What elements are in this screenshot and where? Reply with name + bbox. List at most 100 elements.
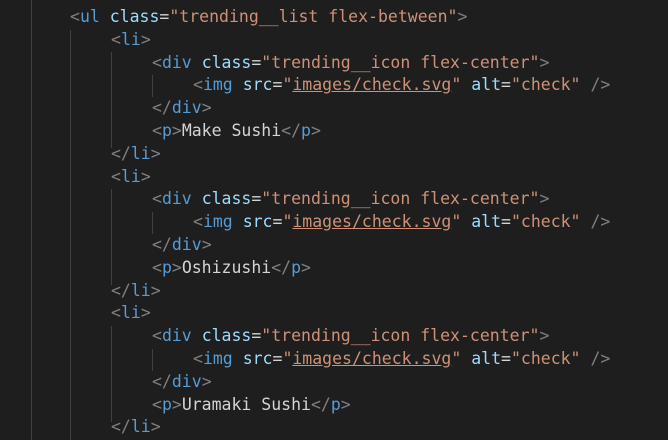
tag-bracket: > — [539, 52, 550, 72]
tag-name: img — [202, 75, 233, 95]
string-quote: " — [282, 212, 293, 232]
tag-bracket: > — [171, 394, 182, 414]
tag-bracket: > — [140, 166, 151, 186]
tag-bracket: < — [152, 257, 162, 277]
tag-name: p — [330, 394, 341, 414]
string-quote: " — [282, 349, 293, 368]
code-line[interactable]: <img src="images/check.svg" alt="check" … — [193, 74, 610, 97]
tag-bracket: < — [111, 166, 121, 186]
tag-bracket: </ — [310, 394, 331, 414]
indent-guide — [111, 189, 112, 285]
tag-name: li — [120, 303, 141, 323]
tag-bracket: < — [193, 212, 203, 232]
tag-bracket: > — [539, 189, 550, 209]
code-line[interactable]: </div> — [152, 371, 212, 394]
tag-name: p — [291, 257, 302, 277]
paragraph-text: Oshizushi — [181, 257, 272, 277]
tag-name: li — [130, 417, 151, 437]
code-line[interactable]: </div> — [152, 97, 212, 120]
code-editor[interactable]: <ul class="trending__list flex-between">… — [0, 0, 668, 440]
indent-guide — [111, 52, 112, 148]
code-line[interactable]: <div class="trending__icon flex-center"> — [152, 52, 549, 75]
tag-bracket: > — [201, 371, 212, 391]
code-line[interactable]: <li> — [111, 166, 151, 189]
tag-name: p — [301, 121, 311, 140]
code-line[interactable]: <ul class="trending__list flex-between"> — [70, 6, 467, 29]
tag-bracket: > — [301, 257, 311, 277]
attribute-name: class — [201, 326, 252, 346]
code-line[interactable]: <div class="trending__icon flex-center"> — [152, 325, 549, 348]
tag-bracket: > — [140, 303, 151, 323]
tag-bracket: /> — [590, 212, 611, 232]
attribute-name: src — [242, 75, 273, 95]
attribute-name: src — [242, 212, 273, 232]
equals-sign: = — [501, 212, 511, 232]
tag-bracket: > — [140, 29, 151, 49]
tag-name: p — [161, 257, 172, 277]
code-line[interactable]: <li> — [111, 302, 151, 325]
indent-guide — [31, 0, 32, 440]
indent-guide — [152, 212, 153, 234]
tag-bracket: < — [193, 349, 203, 368]
tag-bracket: </ — [271, 257, 292, 277]
tag-bracket: > — [171, 257, 182, 277]
tag-bracket: < — [193, 75, 203, 95]
tag-bracket: < — [152, 121, 162, 140]
tag-name: div — [171, 371, 202, 391]
tag-bracket: < — [70, 7, 80, 26]
code-line[interactable]: <p>Make Sushi</p> — [152, 120, 321, 143]
tag-bracket: </ — [152, 235, 172, 254]
attribute-name: alt — [471, 75, 502, 95]
tag-bracket: < — [152, 326, 162, 346]
tag-bracket: < — [111, 303, 121, 323]
string-quote: " — [282, 75, 293, 95]
code-line[interactable]: <p>Uramaki Sushi</p> — [152, 394, 351, 417]
tag-name: ul — [79, 7, 100, 26]
code-line[interactable]: <li> — [111, 29, 151, 52]
attribute-value: "trending__icon flex-center" — [261, 189, 540, 209]
code-line[interactable]: <div class="trending__icon flex-center"> — [152, 188, 549, 211]
attribute-name: alt — [471, 212, 502, 232]
tag-name: li — [130, 280, 151, 300]
tag-bracket: > — [310, 121, 321, 140]
string-quote: " — [451, 349, 462, 368]
indent-guide — [152, 75, 153, 97]
tag-bracket: < — [152, 189, 162, 209]
attribute-name: class — [109, 7, 160, 26]
attribute-name: src — [242, 349, 273, 368]
tag-bracket: </ — [152, 371, 172, 391]
tag-bracket: > — [539, 326, 550, 346]
string-quote: " — [451, 75, 462, 95]
tag-bracket: /> — [590, 349, 611, 368]
code-line[interactable]: </li> — [111, 280, 161, 303]
attribute-value: "trending__icon flex-center" — [261, 326, 540, 346]
tag-name: li — [130, 143, 151, 163]
code-line[interactable]: </li> — [111, 416, 161, 439]
indent-guide — [70, 30, 71, 440]
attribute-name: class — [201, 52, 252, 72]
tag-bracket: > — [150, 417, 161, 437]
tag-bracket: > — [457, 7, 468, 26]
equals-sign: = — [501, 75, 511, 95]
attribute-name: class — [201, 189, 252, 209]
code-line[interactable]: <img src="images/check.svg" alt="check" … — [193, 348, 610, 371]
tag-name: div — [161, 52, 192, 72]
tag-bracket: > — [150, 143, 161, 163]
code-line[interactable]: </li> — [111, 143, 161, 166]
code-line[interactable]: <p>Oshizushi</p> — [152, 257, 311, 280]
tag-name: img — [202, 349, 233, 368]
code-line[interactable]: </div> — [152, 234, 212, 257]
paragraph-text: Make Sushi — [181, 121, 282, 140]
code-line[interactable]: <img src="images/check.svg" alt="check" … — [193, 211, 610, 234]
equals-sign: = — [272, 212, 283, 232]
tag-bracket: < — [152, 52, 162, 72]
